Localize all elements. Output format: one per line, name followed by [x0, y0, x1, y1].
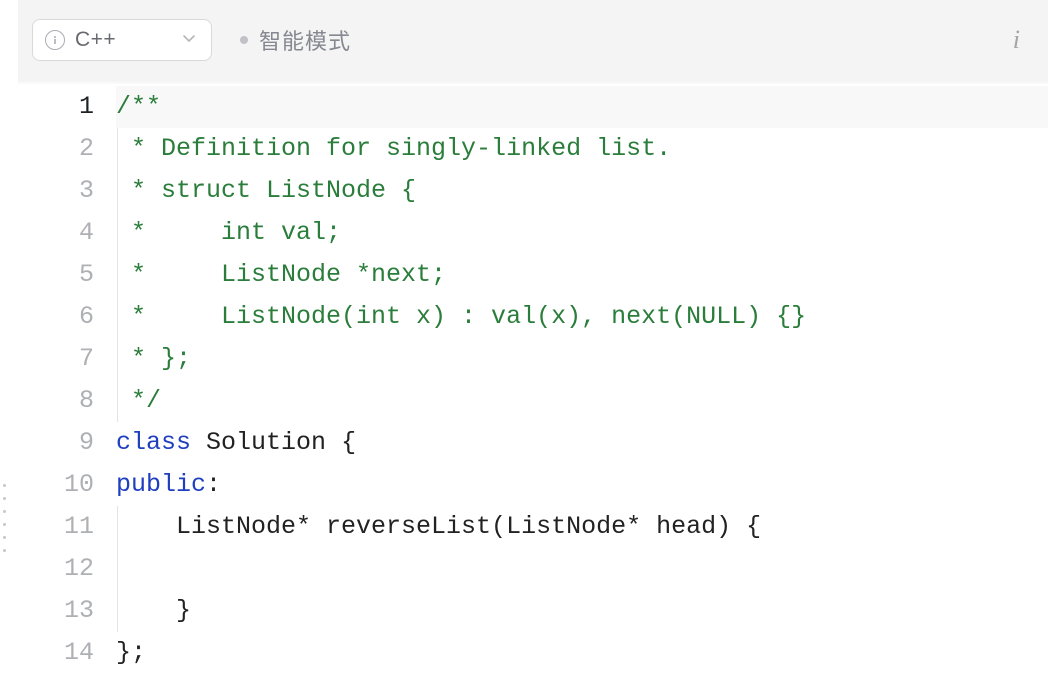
code-text: }; — [116, 632, 1048, 674]
code-editor[interactable]: 1234567891011121314 /** * Definition for… — [18, 80, 1048, 678]
line-number: 2 — [18, 128, 94, 170]
code-line[interactable]: class Solution { — [116, 422, 1048, 464]
line-number: 5 — [18, 254, 94, 296]
code-text: ListNode* reverseList(ListNode* head) { — [116, 506, 1048, 548]
code-text: * }; — [116, 338, 1048, 380]
code-text: public: — [116, 464, 1048, 506]
line-number: 8 — [18, 380, 94, 422]
line-number: 6 — [18, 296, 94, 338]
code-text: * struct ListNode { — [116, 170, 1048, 212]
code-text: * int val; — [116, 212, 1048, 254]
code-line[interactable]: } — [116, 590, 1048, 632]
code-text: } — [116, 590, 1048, 632]
line-number: 1 — [18, 86, 94, 128]
language-label: C++ — [75, 28, 116, 52]
line-number: 13 — [18, 590, 94, 632]
code-area[interactable]: /** * Definition for singly-linked list.… — [116, 86, 1048, 678]
code-line[interactable]: * ListNode *next; — [116, 254, 1048, 296]
top-shadow — [18, 80, 1048, 85]
code-line[interactable]: /** — [116, 86, 1048, 128]
code-text: * ListNode(int x) : val(x), next(NULL) {… — [116, 296, 1048, 338]
code-line[interactable]: ListNode* reverseList(ListNode* head) { — [116, 506, 1048, 548]
app-root: C++ 智能模式 i 1234567891011121314 /** * Def… — [0, 0, 1048, 678]
code-line[interactable]: * int val; — [116, 212, 1048, 254]
code-line[interactable]: * struct ListNode { — [116, 170, 1048, 212]
line-number: 7 — [18, 338, 94, 380]
code-text: * Definition for singly-linked list. — [116, 128, 1048, 170]
code-line[interactable]: * }; — [116, 338, 1048, 380]
editor-panel: C++ 智能模式 i 1234567891011121314 /** * Def… — [18, 0, 1048, 678]
indent-guide — [117, 548, 118, 590]
line-number: 9 — [18, 422, 94, 464]
line-number: 11 — [18, 506, 94, 548]
code-line[interactable]: * Definition for singly-linked list. — [116, 128, 1048, 170]
info-button[interactable]: i — [1013, 25, 1020, 55]
line-number: 10 — [18, 464, 94, 506]
mode-indicator[interactable]: 智能模式 — [240, 24, 351, 56]
line-number: 4 — [18, 212, 94, 254]
info-circle-icon — [45, 30, 65, 50]
code-line[interactable]: }; — [116, 632, 1048, 674]
code-text: */ — [116, 380, 1048, 422]
code-line[interactable] — [116, 548, 1048, 590]
line-number-gutter: 1234567891011121314 — [18, 86, 116, 678]
splitter-rail[interactable] — [0, 0, 18, 678]
drag-handle-icon — [3, 484, 6, 552]
line-number: 14 — [18, 632, 94, 674]
code-line[interactable]: * ListNode(int x) : val(x), next(NULL) {… — [116, 296, 1048, 338]
code-text: /** — [116, 86, 1048, 128]
code-line[interactable]: public: — [116, 464, 1048, 506]
code-text: class Solution { — [116, 422, 1048, 464]
code-text: * ListNode *next; — [116, 254, 1048, 296]
editor-toolbar: C++ 智能模式 i — [18, 0, 1048, 80]
chevron-down-icon — [181, 30, 197, 51]
dot-icon — [240, 36, 248, 44]
code-line[interactable]: */ — [116, 380, 1048, 422]
line-number: 3 — [18, 170, 94, 212]
mode-label: 智能模式 — [259, 24, 351, 56]
line-number: 12 — [18, 548, 94, 590]
language-select[interactable]: C++ — [32, 19, 212, 61]
